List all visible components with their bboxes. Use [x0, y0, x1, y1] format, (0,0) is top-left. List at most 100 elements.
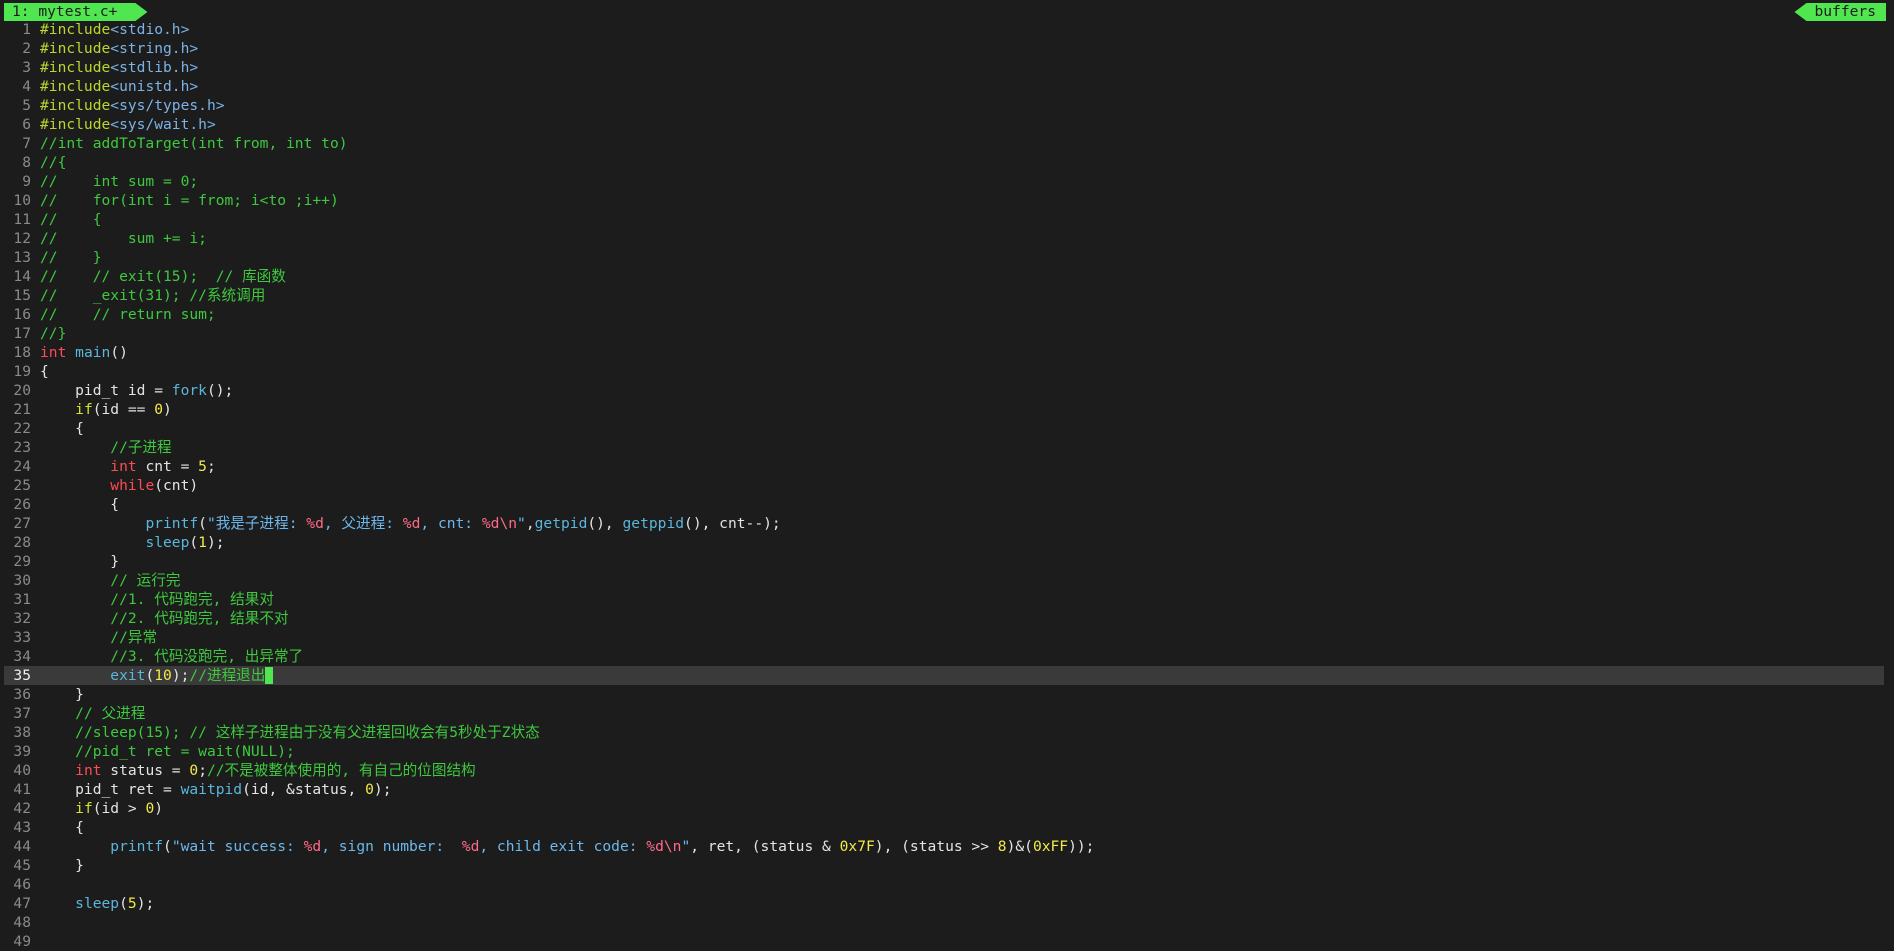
code-line[interactable]: 33 //异常 — [4, 628, 1884, 647]
token-type: int — [40, 344, 67, 361]
code-line[interactable]: 8 //{ — [4, 153, 1884, 172]
line-number: 38 — [13, 724, 31, 741]
line-text: int main() — [40, 343, 128, 362]
code-line[interactable]: 42 if(id > 0) — [4, 799, 1884, 818]
code-line[interactable]: 5 #include<sys/types.h> — [4, 96, 1884, 115]
code-line[interactable]: 26 { — [4, 495, 1884, 514]
line-text: //2. 代码跑完, 结果不对 — [40, 609, 288, 628]
code-line[interactable]: 36 } — [4, 685, 1884, 704]
code-line[interactable]: 17 //} — [4, 324, 1884, 343]
token-func: sleep — [75, 895, 120, 912]
code-line[interactable]: 34 //3. 代码没跑完, 出异常了 — [4, 647, 1884, 666]
code-line[interactable]: 28 sleep(1); — [4, 533, 1884, 552]
code-line[interactable]: 19 { — [4, 362, 1884, 381]
token-fmt: %d — [303, 838, 322, 855]
code-line[interactable]: 39 //pid_t ret = wait(NULL); — [4, 742, 1884, 761]
code-line[interactable]: 24 int cnt = 5; — [4, 457, 1884, 476]
code-line[interactable]: 6 #include<sys/wait.h> — [4, 115, 1884, 134]
token-func: main — [75, 344, 111, 361]
line-text: { — [40, 362, 49, 381]
code-line[interactable]: 7 //int addToTarget(int from, int to) — [4, 134, 1884, 153]
line-number: 23 — [13, 439, 31, 456]
code-line[interactable]: 48 — [4, 913, 1884, 932]
code-line[interactable]: 3 #include<stdlib.h> — [4, 58, 1884, 77]
line-number: 37 — [13, 705, 31, 722]
code-line[interactable]: 41 pid_t ret = waitpid(id, &status, 0); — [4, 780, 1884, 799]
token-func: getpid — [534, 515, 588, 532]
code-line[interactable]: 22 { — [4, 419, 1884, 438]
token-func: fork — [171, 382, 207, 399]
token-plain: (id, &status, — [242, 781, 366, 798]
code-line-current[interactable]: 35 exit(10);//进程退出 — [4, 666, 1884, 685]
token-plain: pid_t id = — [40, 382, 172, 399]
tab-mytest-c[interactable]: 1: mytest.c+ — [4, 3, 147, 21]
code-line[interactable]: 4 #include<unistd.h> — [4, 77, 1884, 96]
code-line[interactable]: 13 // } — [4, 248, 1884, 267]
code-line[interactable]: 45 } — [4, 856, 1884, 875]
code-line[interactable]: 43 { — [4, 818, 1884, 837]
code-line[interactable]: 40 int status = 0;//不是被整体使用的, 有自己的位图结构 — [4, 761, 1884, 780]
code-line[interactable]: 9 // int sum = 0; — [4, 172, 1884, 191]
token-plain: , — [525, 515, 535, 532]
code-line[interactable]: 21 if(id == 0) — [4, 400, 1884, 419]
line-number: 43 — [13, 819, 31, 836]
line-number: 45 — [13, 857, 31, 874]
line-number: 18 — [13, 344, 31, 361]
line-number: 25 — [13, 477, 31, 494]
code-line[interactable]: 20 pid_t id = fork(); — [4, 381, 1884, 400]
token-plain: ( — [189, 534, 199, 551]
code-line[interactable]: 1 #include<stdio.h> — [4, 20, 1884, 39]
code-line[interactable]: 27 printf("我是子进程: %d, 父进程: %d, cnt: %d\n… — [4, 514, 1884, 533]
code-line[interactable]: 18 int main() — [4, 343, 1884, 362]
code-line[interactable]: 11 // { — [4, 210, 1884, 229]
code-line[interactable]: 25 while(cnt) — [4, 476, 1884, 495]
code-line[interactable]: 37 // 父进程 — [4, 704, 1884, 723]
token-plain: (cnt) — [154, 477, 199, 494]
code-line[interactable]: 44 printf("wait success: %d, sign number… — [4, 837, 1884, 856]
code-line[interactable]: 14 // // exit(15); // 库函数 — [4, 267, 1884, 286]
code-line[interactable]: 38 //sleep(15); // 这样子进程由于没有父进程回收会有5秒处于Z… — [4, 723, 1884, 742]
code-line[interactable]: 16 // // return sum; — [4, 305, 1884, 324]
code-line[interactable]: 30 // 运行完 — [4, 571, 1884, 590]
token-plain: (), — [587, 515, 623, 532]
line-text: pid_t id = fork(); — [40, 381, 233, 400]
code-line[interactable]: 2 #include<string.h> — [4, 39, 1884, 58]
code-line[interactable]: 31 //1. 代码跑完, 结果对 — [4, 590, 1884, 609]
token-plain: (id > — [92, 800, 146, 817]
token-str: "我是子进程: — [206, 515, 307, 532]
line-number: 14 — [13, 268, 31, 285]
line-text: { — [40, 495, 119, 514]
line-text: // sum += i; — [40, 229, 207, 248]
code-line[interactable]: 23 //子进程 — [4, 438, 1884, 457]
token-preproc: #include — [40, 97, 111, 114]
code-line[interactable]: 10 // for(int i = from; i<to ;i++) — [4, 191, 1884, 210]
code-line[interactable]: 46 — [4, 875, 1884, 894]
code-line[interactable]: 29 } — [4, 552, 1884, 571]
line-text: // for(int i = from; i<to ;i++) — [40, 191, 339, 210]
line-number: 48 — [13, 914, 31, 931]
token-comment: //{ — [40, 154, 67, 171]
code-line[interactable]: 12 // sum += i; — [4, 229, 1884, 248]
token-kw: if — [75, 800, 93, 817]
code-line[interactable]: 32 //2. 代码跑完, 结果不对 — [4, 609, 1884, 628]
code-line[interactable]: 47 sleep(5); — [4, 894, 1884, 913]
token-inc: <sys/types.h> — [110, 97, 225, 114]
code-line[interactable]: 49 — [4, 932, 1884, 951]
code-line[interactable]: 15 // _exit(31); //系统调用 — [4, 286, 1884, 305]
line-text: if(id > 0) — [40, 799, 163, 818]
token-plain: )&( — [1006, 838, 1033, 855]
token-preproc: #include — [40, 40, 111, 57]
token-kwred: while — [110, 477, 155, 494]
line-number: 28 — [13, 534, 31, 551]
code-area[interactable]: 1 #include<stdio.h> 2 #include<string.h> 3 #i… — [4, 20, 1884, 951]
line-text: printf("我是子进程: %d, 父进程: %d, cnt: %d\n",g… — [40, 514, 780, 533]
line-text: //1. 代码跑完, 结果对 — [40, 590, 274, 609]
token-fmt: %d\n — [646, 838, 682, 855]
line-number: 39 — [13, 743, 31, 760]
line-number: 24 — [13, 458, 31, 475]
buffers-indicator[interactable]: buffers — [1794, 3, 1886, 21]
token-plain: } — [40, 857, 84, 874]
